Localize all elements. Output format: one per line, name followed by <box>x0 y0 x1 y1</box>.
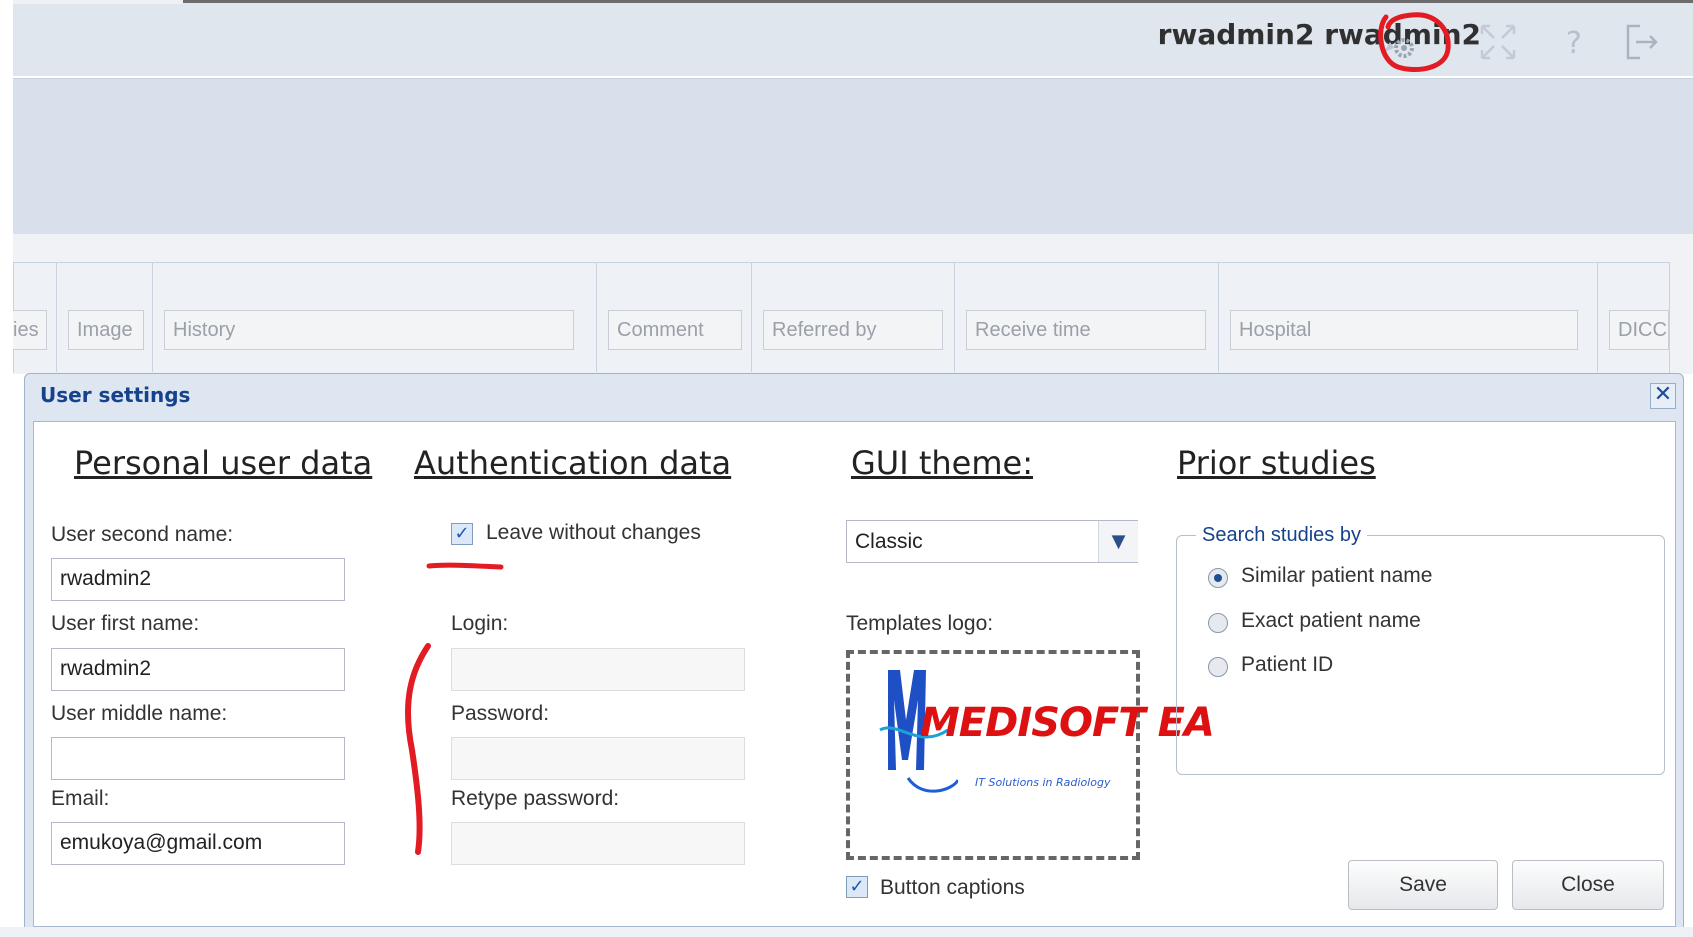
column-filter-history[interactable]: History <box>164 310 574 350</box>
column-filter-hospital[interactable]: Hospital <box>1230 310 1578 350</box>
annotation-circle <box>1378 12 1451 72</box>
theme-select-value: Classic <box>855 530 923 553</box>
second-name-label: User second name: <box>51 523 234 546</box>
password-label: Password: <box>451 702 550 725</box>
toolbar-band <box>13 78 1693 234</box>
login-label: Login: <box>451 612 509 635</box>
logo-subtext: IT Solutions in Radiology <box>975 776 1111 789</box>
retype-password-label: Retype password: <box>451 787 620 810</box>
svg-text:?: ? <box>1566 26 1582 61</box>
column-filter-receive-time[interactable]: Receive time <box>966 310 1206 350</box>
dialog-title: User settings <box>40 383 191 407</box>
gui-theme-title: GUI theme: <box>851 444 1033 482</box>
annotation-bracket <box>404 643 431 855</box>
button-captions-checkbox[interactable]: ✓ <box>846 876 868 898</box>
fullscreen-icon[interactable] <box>1478 22 1518 62</box>
radio-similar-patient-name[interactable] <box>1208 568 1228 588</box>
email-label: Email: <box>51 787 110 810</box>
close-icon[interactable]: ✕ <box>1650 383 1676 409</box>
middle-name-label: User middle name: <box>51 702 228 725</box>
column-filter-comment[interactable]: Comment <box>608 310 742 350</box>
column-filter-series[interactable]: ies <box>13 310 47 350</box>
logo-text: MEDISOFT EA <box>920 700 1215 746</box>
second-name-field[interactable]: rwadmin2 <box>51 558 345 601</box>
email-field[interactable]: emukoya@gmail.com <box>51 822 345 865</box>
logout-icon[interactable] <box>1622 22 1662 62</box>
column-filter-referred-by[interactable]: Referred by <box>763 310 943 350</box>
leave-without-changes-checkbox[interactable]: ✓ <box>451 523 473 545</box>
patient-id-label: Patient ID <box>1241 653 1334 676</box>
close-button[interactable]: Close <box>1512 860 1664 910</box>
similar-patient-name-label: Similar patient name <box>1241 564 1433 587</box>
authentication-data-title: Authentication data <box>414 444 732 482</box>
prior-studies-title: Prior studies <box>1177 444 1376 482</box>
radio-patient-id[interactable] <box>1208 657 1228 677</box>
leave-without-changes-label: Leave without changes <box>486 521 701 544</box>
first-name-field[interactable]: rwadmin2 <box>51 648 345 691</box>
search-studies-legend: Search studies by <box>1196 524 1367 547</box>
save-button[interactable]: Save <box>1348 860 1498 910</box>
login-field[interactable] <box>451 648 745 691</box>
radio-exact-patient-name[interactable] <box>1208 613 1228 633</box>
annotation-underline <box>426 562 504 570</box>
column-filter-image[interactable]: Image <box>68 310 144 350</box>
templates-logo-label: Templates logo: <box>846 612 994 635</box>
bottom-strip <box>0 927 1693 937</box>
chevron-down-icon[interactable]: ▼ <box>1098 521 1138 562</box>
retype-password-field[interactable] <box>451 822 745 865</box>
middle-name-field[interactable] <box>51 737 345 780</box>
column-filter-dicom[interactable]: DICC <box>1609 310 1669 350</box>
password-field[interactable] <box>451 737 745 780</box>
help-icon[interactable]: ? <box>1556 22 1596 62</box>
button-captions-label: Button captions <box>880 876 1025 899</box>
personal-data-title: Personal user data <box>74 444 373 482</box>
exact-patient-name-label: Exact patient name <box>1241 609 1421 632</box>
first-name-label: User first name: <box>51 612 200 635</box>
